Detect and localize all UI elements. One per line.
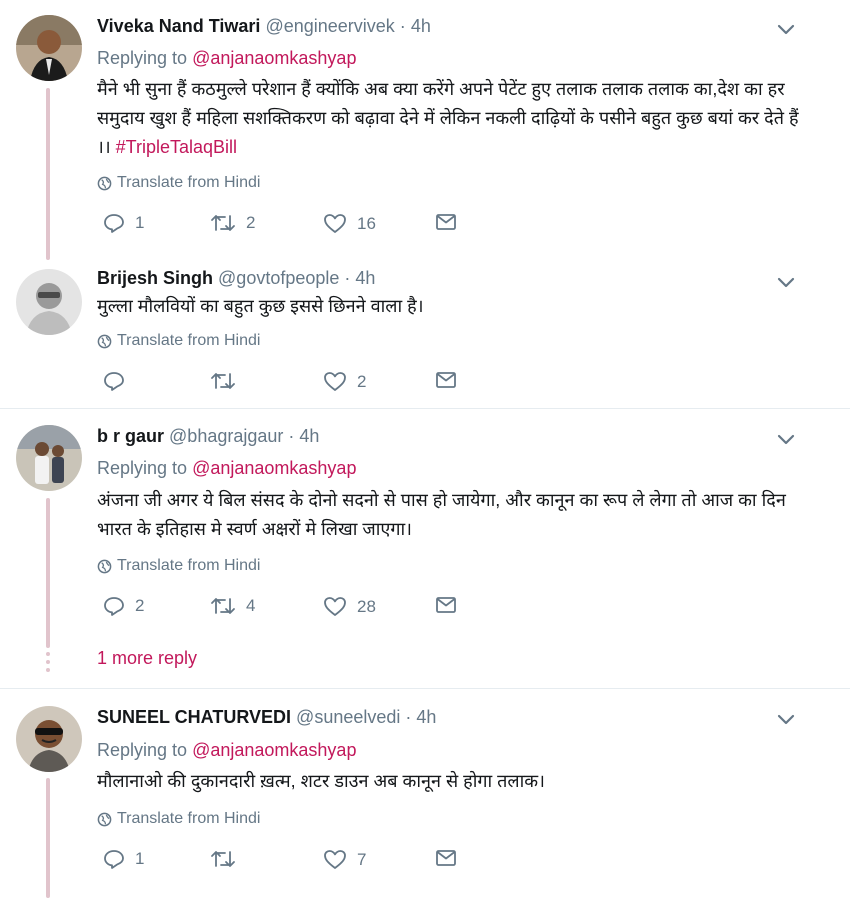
reply-button[interactable] xyxy=(103,371,135,391)
like-icon xyxy=(324,372,346,391)
timestamp[interactable]: 4h xyxy=(416,707,436,727)
mention-link[interactable]: @anjanaomkashyap xyxy=(192,458,356,478)
globe-icon xyxy=(97,176,112,190)
tweet-header: Viveka Nand Tiwari @engineervivek · 4h xyxy=(97,16,431,36)
globe-icon xyxy=(97,559,112,573)
like-icon xyxy=(324,214,346,233)
retweet-icon xyxy=(211,215,235,231)
display-name[interactable]: b r gaur xyxy=(97,426,164,446)
display-name[interactable]: Brijesh Singh xyxy=(97,268,213,288)
retweet-icon xyxy=(211,598,235,614)
tweet-actions: 2 4 28 xyxy=(97,596,497,626)
retweet-button[interactable] xyxy=(210,371,246,391)
tweet-text: मुल्ला मौलवियों का बहुत कुछ इससे छिनने व… xyxy=(97,296,424,316)
like-icon xyxy=(324,597,346,616)
replying-to: Replying to @anjanaomkashyap xyxy=(97,740,357,760)
avatar[interactable] xyxy=(16,269,82,335)
tweet-separator xyxy=(0,688,850,689)
message-icon xyxy=(436,214,456,230)
retweet-button[interactable] xyxy=(210,849,246,869)
thread-line xyxy=(46,778,50,898)
tweet-3[interactable]: b r gaur @bhagrajgaur · 4h Replying to @… xyxy=(0,410,850,688)
avatar[interactable] xyxy=(16,706,82,772)
display-name[interactable]: Viveka Nand Tiwari xyxy=(97,16,260,36)
reply-icon xyxy=(104,850,124,869)
user-handle[interactable]: @govtofpeople xyxy=(218,268,339,288)
chevron-down-icon[interactable] xyxy=(776,432,796,446)
timestamp[interactable]: 4h xyxy=(411,16,431,36)
translate-link[interactable]: Translate from Hindi xyxy=(97,174,260,192)
translate-link[interactable]: Translate from Hindi xyxy=(97,557,260,575)
reply-icon xyxy=(104,372,124,391)
message-icon xyxy=(436,850,456,866)
tweet-header: Brijesh Singh @govtofpeople · 4h xyxy=(97,268,376,288)
chevron-down-icon[interactable] xyxy=(776,712,796,726)
avatar[interactable] xyxy=(16,425,82,491)
like-button[interactable]: 7 xyxy=(323,849,366,870)
message-button[interactable] xyxy=(435,596,457,614)
message-button[interactable] xyxy=(435,849,457,867)
like-button[interactable]: 2 xyxy=(323,371,366,392)
reply-icon xyxy=(104,597,124,616)
tweet-header: SUNEEL CHATURVEDI @suneelvedi · 4h xyxy=(97,707,437,727)
like-icon xyxy=(324,850,346,869)
globe-icon xyxy=(97,812,112,826)
globe-icon xyxy=(97,334,112,348)
tweet-1[interactable]: Viveka Nand Tiwari @engineervivek · 4h R… xyxy=(0,0,850,260)
tweet-4[interactable]: SUNEEL CHATURVEDI @suneelvedi · 4h Reply… xyxy=(0,690,850,898)
translate-link[interactable]: Translate from Hindi xyxy=(97,810,260,828)
more-replies-link[interactable]: 1 more reply xyxy=(97,648,197,669)
user-handle[interactable]: @suneelvedi xyxy=(296,707,400,727)
mention-link[interactable]: @anjanaomkashyap xyxy=(192,48,356,68)
like-button[interactable]: 16 xyxy=(323,213,376,234)
message-icon xyxy=(436,597,456,613)
reply-button[interactable]: 2 xyxy=(103,596,144,616)
retweet-icon xyxy=(211,851,235,867)
reply-icon xyxy=(104,214,124,233)
thread-dots xyxy=(46,652,50,676)
like-button[interactable]: 28 xyxy=(323,596,376,617)
retweet-button[interactable]: 2 xyxy=(210,213,255,233)
display-name[interactable]: SUNEEL CHATURVEDI xyxy=(97,707,291,727)
reply-button[interactable]: 1 xyxy=(103,213,144,233)
replying-to: Replying to @anjanaomkashyap xyxy=(97,458,357,478)
message-button[interactable] xyxy=(435,213,457,231)
user-handle[interactable]: @bhagrajgaur xyxy=(169,426,283,446)
message-icon xyxy=(436,372,456,388)
reply-button[interactable]: 1 xyxy=(103,849,144,869)
thread-line xyxy=(46,498,50,648)
avatar[interactable] xyxy=(16,15,82,81)
retweet-icon xyxy=(211,373,235,389)
tweet-actions: 2 xyxy=(97,371,497,401)
chevron-down-icon[interactable] xyxy=(776,275,796,289)
tweet-actions: 1 2 16 xyxy=(97,213,497,243)
mention-link[interactable]: @anjanaomkashyap xyxy=(192,740,356,760)
thread-line xyxy=(46,88,50,260)
retweet-button[interactable]: 4 xyxy=(210,596,255,616)
timestamp[interactable]: 4h xyxy=(299,426,319,446)
tweet-actions: 1 7 xyxy=(97,849,497,879)
tweet-text: अंजना जी अगर ये बिल संसद के दोनो सदनो से… xyxy=(97,490,786,539)
replying-to: Replying to @anjanaomkashyap xyxy=(97,48,357,68)
translate-link[interactable]: Translate from Hindi xyxy=(97,332,260,350)
user-handle[interactable]: @engineervivek xyxy=(265,16,394,36)
tweet-text: मैने भी सुना हैं कठमुल्ले परेशान हैं क्य… xyxy=(97,79,799,157)
tweet-text: मौलानाओ की दुकानदारी ख़त्म, शटर डाउन अब … xyxy=(97,771,545,791)
chevron-down-icon[interactable] xyxy=(776,22,796,36)
message-button[interactable] xyxy=(435,371,457,389)
tweet-2[interactable]: Brijesh Singh @govtofpeople · 4h मुल्ला … xyxy=(0,258,850,410)
hashtag-link[interactable]: #TripleTalaqBill xyxy=(116,137,237,157)
tweet-header: b r gaur @bhagrajgaur · 4h xyxy=(97,426,320,446)
timestamp[interactable]: 4h xyxy=(355,268,375,288)
tweet-separator xyxy=(0,408,850,409)
